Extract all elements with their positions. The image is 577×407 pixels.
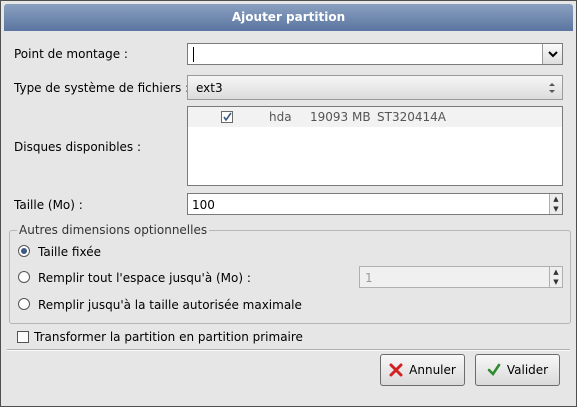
add-partition-dialog: Ajouter partition Point de montage : Typ…	[0, 0, 577, 407]
disks-list[interactable]: hda 19093 MB ST320414A	[187, 106, 563, 186]
fs-type-select[interactable]: ext3	[187, 75, 563, 100]
size-label: Taille (Mo) :	[14, 198, 83, 212]
fill-max-radio[interactable]	[18, 298, 30, 310]
spin-down-icon[interactable]: ▼	[550, 277, 562, 287]
size-spinbutton[interactable]: 100 ▲ ▼	[187, 193, 563, 215]
ok-button[interactable]: Valider	[475, 354, 560, 386]
disks-label: Disques disponibles :	[14, 140, 142, 154]
fill-upto-spin-buttons: ▲ ▼	[549, 267, 562, 287]
fixed-size-label[interactable]: Taille fixée	[38, 244, 101, 260]
spin-up-icon[interactable]: ▲	[550, 267, 562, 277]
dialog-title: Ajouter partition	[4, 4, 573, 31]
cancel-button-label: Annuler	[409, 363, 456, 377]
spin-down-icon[interactable]: ▼	[550, 204, 562, 214]
fill-max-label[interactable]: Remplir jusqu'à la taille autorisée maxi…	[38, 297, 302, 313]
mount-point-combo[interactable]	[187, 43, 563, 65]
updown-arrows-icon	[549, 83, 555, 93]
text-cursor	[193, 47, 194, 62]
fixed-size-radio[interactable]	[18, 245, 30, 257]
fill-upto-label[interactable]: Remplir tout l'espace jusqu'à (Mo) :	[38, 270, 251, 286]
fs-type-value: ext3	[196, 81, 223, 95]
mount-point-label: Point de montage :	[14, 47, 128, 61]
mount-point-dropdown-button[interactable]	[542, 44, 562, 64]
spin-up-icon[interactable]: ▲	[550, 194, 562, 204]
fill-upto-spinbutton[interactable]: 1 ▲ ▼	[359, 266, 563, 288]
cancel-button[interactable]: Annuler	[380, 354, 465, 386]
disk-size: 19093 MB	[310, 110, 371, 124]
size-input[interactable]: 100	[192, 198, 215, 212]
ok-button-label: Valider	[506, 363, 549, 377]
size-spin-buttons: ▲ ▼	[549, 194, 562, 214]
list-item[interactable]: hda 19093 MB ST320414A	[188, 107, 562, 127]
primary-partition-label[interactable]: Transformer la partition en partition pr…	[34, 329, 303, 345]
disk-model: ST320414A	[377, 110, 446, 124]
disk-select-checkbox[interactable]	[221, 111, 233, 123]
optional-size-frame-title: Autres dimensions optionnelles	[17, 223, 210, 237]
primary-partition-checkbox[interactable]	[17, 331, 29, 343]
checkmark-icon	[487, 363, 501, 377]
chevron-down-icon	[547, 50, 558, 57]
fs-type-label: Type de système de fichiers :	[14, 81, 190, 95]
button-separator	[7, 349, 570, 351]
disk-drive: hda	[269, 110, 292, 124]
fill-upto-radio[interactable]	[18, 271, 30, 283]
fill-upto-input[interactable]: 1	[365, 271, 373, 285]
close-icon	[389, 363, 403, 377]
checkmark-icon	[223, 112, 232, 122]
